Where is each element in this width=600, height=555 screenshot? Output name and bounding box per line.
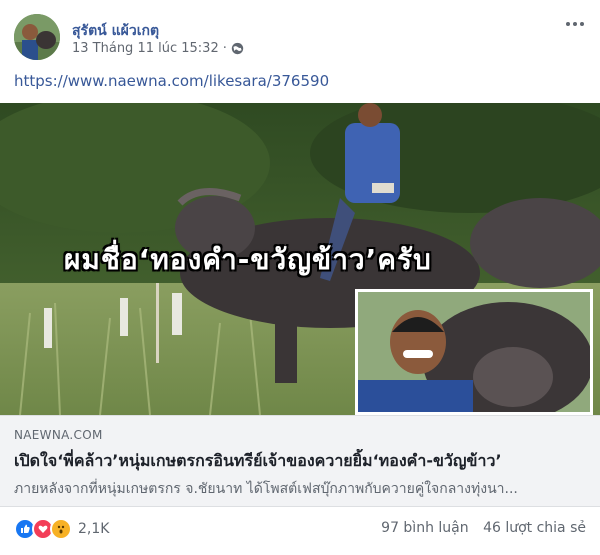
post-header: สุรัตน์ แผ้วเกตุ 13 Tháng 11 lúc 15:32 · <box>14 14 586 62</box>
avatar[interactable] <box>14 14 60 60</box>
link-preview-image[interactable]: ผมชื่อ‘ทองคำ-ขวัญข้าว’ครับ <box>0 103 600 415</box>
post-meta: 13 Tháng 11 lúc 15:32 · <box>72 41 244 56</box>
link-preview-card[interactable]: NAEWNA.COM เปิดใจ‘พี่คล้าว’หนุ่มเกษตรกรอ… <box>0 415 600 507</box>
post-footer: 2,1K 97 bình luận 46 lượt chia sẻ <box>14 516 586 542</box>
globe-icon <box>231 42 244 55</box>
preview-title[interactable]: เปิดใจ‘พี่คล้าว’หนุ่มเกษตรกรอินทรีย์เจ้า… <box>14 449 586 474</box>
preview-domain: NAEWNA.COM <box>14 428 103 442</box>
selfie-with-buffalo <box>358 292 590 412</box>
inset-photo <box>355 289 593 415</box>
reaction-count[interactable]: 2,1K <box>78 521 109 537</box>
facebook-post: สุรัตน์ แผ้วเกตุ 13 Tháng 11 lúc 15:32 ·… <box>0 0 600 555</box>
wow-icon <box>50 518 72 540</box>
more-options-icon[interactable] <box>564 16 586 32</box>
author-name[interactable]: สุรัตน์ แผ้วเกตุ <box>72 20 159 42</box>
preview-description: ภายหลังจากที่หนุ่มเกษตรกร จ.ชัยนาท ได้โพ… <box>14 481 518 497</box>
post-link[interactable]: https://www.naewna.com/likesara/376590 <box>14 72 329 90</box>
reactions-summary[interactable]: 2,1K <box>14 518 109 540</box>
comments-count[interactable]: 97 bình luận <box>381 520 468 536</box>
shares-count[interactable]: 46 lượt chia sẻ <box>483 520 586 536</box>
post-timestamp[interactable]: 13 Tháng 11 lúc 15:32 <box>72 41 219 56</box>
image-caption-overlay: ผมชื่อ‘ทองคำ-ขวัญข้าว’ครับ <box>64 243 432 276</box>
engagement-stats: 97 bình luận 46 lượt chia sẻ <box>371 520 586 536</box>
